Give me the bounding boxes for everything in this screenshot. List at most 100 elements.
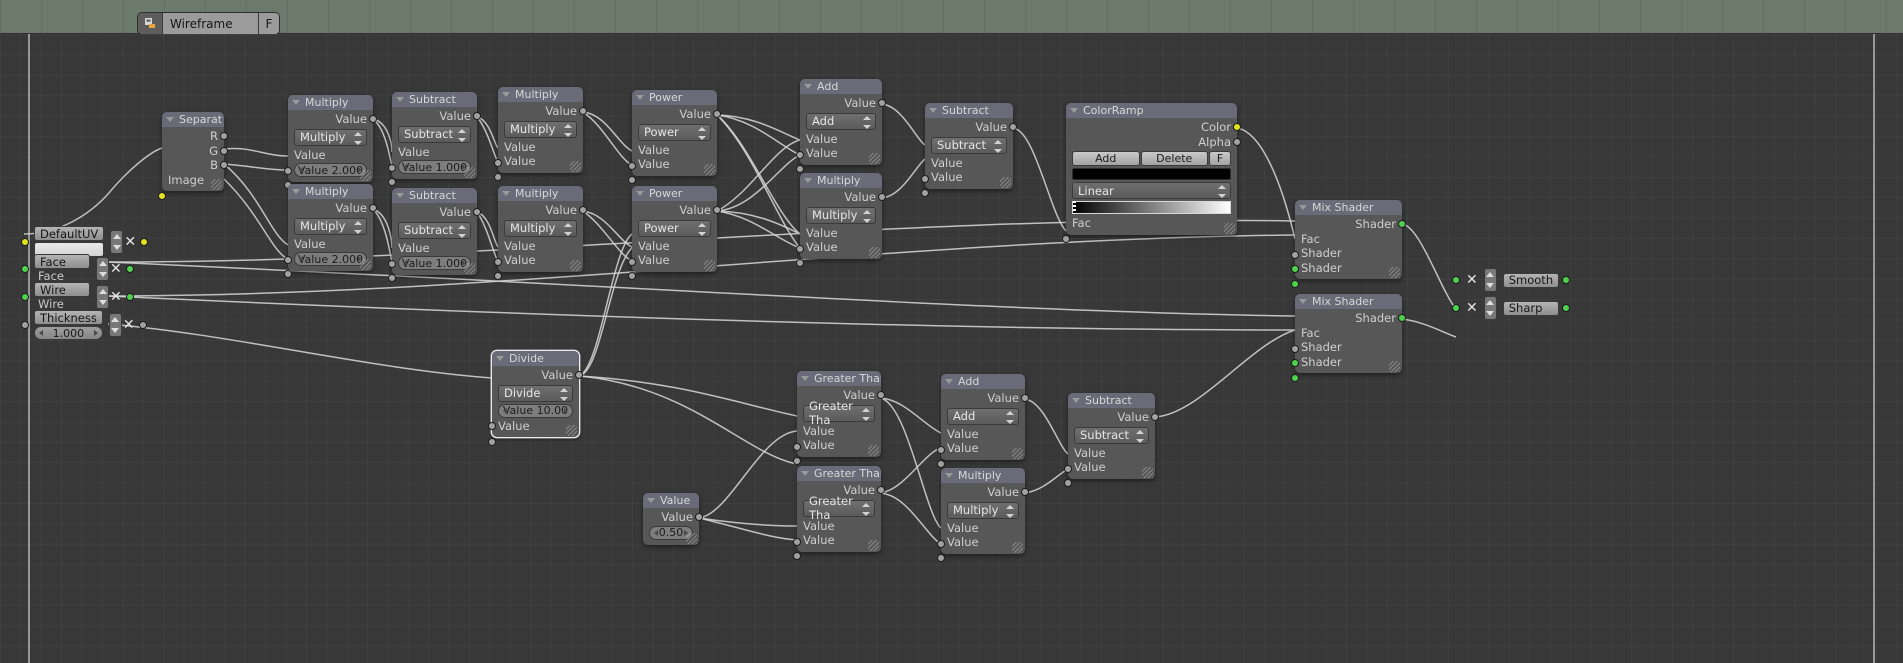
node-header-multiply-5[interactable]: Multiply: [800, 173, 882, 188]
collapse-triangle-icon[interactable]: [502, 92, 510, 97]
operation-dropdown-subtract-1[interactable]: Subtract: [398, 125, 471, 143]
collapse-triangle-icon[interactable]: [636, 95, 644, 100]
node-subtract-3[interactable]: Subtract Value Subtract Value Value: [921, 103, 1017, 197]
node-header-multiply-6[interactable]: Multiply: [941, 468, 1025, 483]
node-tree-name[interactable]: Wireframe: [163, 13, 259, 34]
decrement-arrow-icon[interactable]: [299, 167, 303, 173]
collapse-triangle-icon[interactable]: [1070, 108, 1078, 113]
group-output-row-0[interactable]: ✕ Smooth: [1452, 268, 1571, 292]
colorramp-gradient[interactable]: [1072, 201, 1231, 214]
node-header-mix-shader-1[interactable]: Mix Shader: [1295, 200, 1402, 215]
colorramp-color-swatch[interactable]: [1072, 168, 1231, 180]
node-subtract-1[interactable]: Subtract Value Subtract Value Value 1.000: [388, 92, 481, 186]
input-socket-value-2-000[interactable]: [284, 270, 292, 278]
decrement-arrow-icon[interactable]: [503, 407, 507, 414]
input-socket-image[interactable]: [158, 191, 166, 200]
node-tree-icon[interactable]: [138, 13, 163, 34]
input-value-field-0[interactable]: Value 10.00: [498, 403, 573, 418]
group-input-remove-icon-0[interactable]: ✕: [124, 235, 136, 249]
node-header-multiply-1[interactable]: Multiply: [288, 95, 373, 110]
chevron-updown-icon[interactable]: [354, 220, 362, 234]
group-output-remove-icon-0[interactable]: ✕: [1466, 273, 1478, 287]
chevron-updown-icon[interactable]: [863, 115, 871, 129]
group-input-value-3[interactable]: 1.000: [34, 326, 103, 340]
socket-wire[interactable]: [21, 292, 29, 301]
input-socket-value[interactable]: [796, 258, 804, 267]
node-multiply-2[interactable]: Multiply Value Multiply Value Value 2.000: [284, 184, 377, 278]
operation-dropdown-power-2[interactable]: Power: [638, 219, 711, 237]
node-multiply-1[interactable]: Multiply Value Multiply Value Value 2.000: [284, 95, 377, 189]
resize-grip[interactable]: [570, 259, 581, 271]
chevron-updown-icon[interactable]: [458, 128, 466, 142]
decrement-arrow-icon[interactable]: [403, 260, 407, 266]
group-input-output-socket-2[interactable]: [125, 292, 134, 301]
node-mix-shader-1[interactable]: Mix Shader Shader Fac Shader Shader: [1291, 200, 1406, 288]
collapse-triangle-icon[interactable]: [647, 498, 655, 503]
chevron-updown-icon[interactable]: [698, 222, 706, 236]
chevron-updown-icon[interactable]: [1006, 504, 1014, 518]
operation-dropdown-multiply-6[interactable]: Multiply: [947, 501, 1019, 519]
resize-grip[interactable]: [1012, 447, 1023, 459]
collapse-triangle-icon[interactable]: [804, 84, 812, 89]
socket-face[interactable]: [21, 264, 29, 273]
resize-grip[interactable]: [868, 539, 879, 551]
node-add-1[interactable]: Add Value Add Value Value: [796, 79, 886, 173]
collapse-triangle-icon[interactable]: [396, 193, 404, 198]
input-socket-value[interactable]: [937, 459, 945, 468]
node-multiply-3[interactable]: Multiply Value Multiply Value Value: [494, 87, 587, 181]
socket-defaultuv[interactable]: [21, 237, 29, 246]
collapse-triangle-icon[interactable]: [292, 189, 300, 194]
group-output-remove-icon-1[interactable]: ✕: [1466, 301, 1478, 315]
fake-user-button[interactable]: F: [259, 13, 279, 34]
group-output-spinner-0[interactable]: [1483, 268, 1497, 292]
input-socket-value[interactable]: [1064, 478, 1072, 487]
increment-arrow-icon[interactable]: [564, 407, 568, 414]
colorramp-stop-handle[interactable]: [1073, 201, 1076, 214]
node-greater-than-2[interactable]: Greater Than Value Greater Tha Value Value: [793, 466, 885, 560]
collapse-triangle-icon[interactable]: [502, 191, 510, 196]
group-input-row-3[interactable]: Thickness 1.000 ✕: [21, 310, 147, 340]
collapse-triangle-icon[interactable]: [636, 191, 644, 196]
operation-dropdown-add-2[interactable]: Add: [947, 407, 1019, 425]
input-socket-value[interactable]: [796, 164, 804, 173]
resize-grip[interactable]: [360, 170, 371, 181]
group-input-output-socket-3[interactable]: [138, 321, 147, 329]
chevron-updown-icon[interactable]: [698, 126, 706, 140]
resize-grip[interactable]: [1142, 466, 1153, 478]
collapse-triangle-icon[interactable]: [1072, 398, 1080, 403]
input-socket-value[interactable]: [628, 271, 636, 280]
operation-dropdown-power-1[interactable]: Power: [638, 123, 711, 141]
node-header-power-2[interactable]: Power: [632, 186, 717, 201]
node-header-subtract-3[interactable]: Subtract: [925, 103, 1013, 118]
collapse-triangle-icon[interactable]: [801, 471, 809, 476]
resize-grip[interactable]: [686, 532, 697, 544]
node-power-1[interactable]: Power Value Power Value Value: [628, 90, 721, 184]
group-input-output-socket-0[interactable]: [140, 237, 149, 246]
group-input-field-3[interactable]: Thickness: [34, 310, 103, 325]
group-input-spinner-2[interactable]: [96, 284, 109, 309]
group-input-field-1[interactable]: Face: [34, 254, 90, 269]
resize-grip[interactable]: [1224, 222, 1235, 234]
input-socket-value[interactable]: [628, 175, 636, 184]
collapse-triangle-icon[interactable]: [166, 117, 174, 122]
input-socket-value-1-000[interactable]: [388, 178, 396, 186]
operation-dropdown-subtract-2[interactable]: Subtract: [398, 221, 471, 239]
chevron-updown-icon[interactable]: [863, 209, 871, 223]
chevron-updown-icon[interactable]: [560, 387, 568, 401]
collapse-triangle-icon[interactable]: [945, 473, 953, 478]
group-input-output-socket-1[interactable]: [125, 264, 134, 273]
node-header-separate[interactable]: Separat: [162, 112, 224, 127]
operation-dropdown-divide[interactable]: Divide: [498, 384, 573, 402]
group-input-row-2[interactable]: Wire Wire ✕: [21, 282, 134, 311]
input-socket-value[interactable]: [488, 437, 496, 446]
input-value-field-1[interactable]: Value 2.000: [294, 252, 367, 266]
group-input-remove-icon-1[interactable]: ✕: [110, 262, 122, 276]
operation-dropdown-multiply-4[interactable]: Multiply: [504, 219, 577, 237]
chevron-updown-icon[interactable]: [564, 123, 572, 137]
input-socket-value[interactable]: [793, 551, 801, 560]
chevron-updown-icon[interactable]: [862, 502, 870, 516]
node-header-power-1[interactable]: Power: [632, 90, 717, 105]
group-input-spinner-1[interactable]: [96, 256, 109, 281]
node-tree-selector[interactable]: Wireframe F: [138, 13, 279, 34]
chevron-updown-icon[interactable]: [1136, 429, 1144, 443]
